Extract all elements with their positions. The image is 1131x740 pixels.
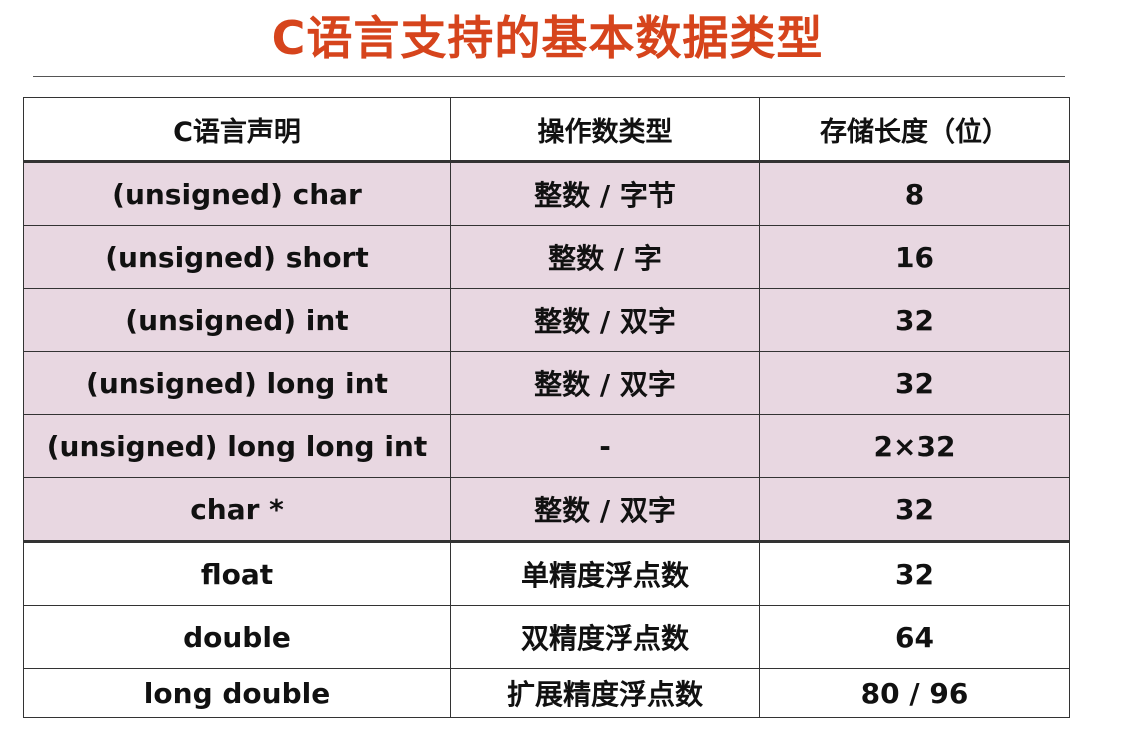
cell-operand-type: 整数 / 双字 bbox=[450, 351, 760, 415]
table-row: (unsigned) int 整数 / 双字 32 bbox=[23, 288, 1070, 352]
table-row: (unsigned) char 整数 / 字节 8 bbox=[23, 161, 1070, 226]
cell-storage-bits: 32 bbox=[759, 351, 1070, 415]
cell-storage-bits: 32 bbox=[759, 288, 1070, 352]
cell-storage-bits: 2×32 bbox=[759, 414, 1070, 478]
table-row: (unsigned) short 整数 / 字 16 bbox=[23, 225, 1070, 289]
cell-operand-type: 双精度浮点数 bbox=[450, 605, 760, 669]
table-row: (unsigned) long int 整数 / 双字 32 bbox=[23, 351, 1070, 415]
slide-title-prefix: C bbox=[271, 11, 307, 65]
cell-declaration: (unsigned) short bbox=[23, 225, 451, 289]
cell-operand-type: 整数 / 双字 bbox=[450, 288, 760, 352]
title-divider bbox=[33, 76, 1065, 77]
cell-storage-bits: 80 / 96 bbox=[759, 668, 1070, 718]
table-row: double 双精度浮点数 64 bbox=[23, 605, 1070, 669]
data-types-table: C语言声明 操作数类型 存储长度（位） (unsigned) char 整数 /… bbox=[23, 97, 1070, 718]
slide-title: C语言支持的基本数据类型 bbox=[0, 6, 1095, 70]
cell-storage-bits: 16 bbox=[759, 225, 1070, 289]
cell-operand-type: 扩展精度浮点数 bbox=[450, 668, 760, 718]
cell-operand-type: 整数 / 双字 bbox=[450, 477, 760, 543]
cell-operand-type: 整数 / 字节 bbox=[450, 161, 760, 226]
cell-declaration: (unsigned) long long int bbox=[23, 414, 451, 478]
table-row: char * 整数 / 双字 32 bbox=[23, 477, 1070, 543]
table-row: float 单精度浮点数 32 bbox=[23, 541, 1070, 606]
cell-operand-type: 单精度浮点数 bbox=[450, 541, 760, 606]
cell-declaration: (unsigned) long int bbox=[23, 351, 451, 415]
cell-storage-bits: 32 bbox=[759, 541, 1070, 606]
cell-operand-type: 整数 / 字 bbox=[450, 225, 760, 289]
cell-storage-bits: 64 bbox=[759, 605, 1070, 669]
table-row: long double 扩展精度浮点数 80 / 96 bbox=[23, 668, 1070, 718]
cell-storage-bits: 32 bbox=[759, 477, 1070, 543]
cell-declaration: char * bbox=[23, 477, 451, 543]
cell-storage-bits: 8 bbox=[759, 161, 1070, 226]
header-operand-type: 操作数类型 bbox=[450, 97, 760, 162]
slide-title-text: 语言支持的基本数据类型 bbox=[306, 11, 824, 65]
header-c-declaration: C语言声明 bbox=[23, 97, 451, 162]
cell-declaration: (unsigned) char bbox=[23, 161, 451, 226]
cell-declaration: (unsigned) int bbox=[23, 288, 451, 352]
table-header-row: C语言声明 操作数类型 存储长度（位） bbox=[23, 97, 1070, 162]
cell-declaration: float bbox=[23, 541, 451, 606]
cell-operand-type: - bbox=[450, 414, 760, 478]
cell-declaration: double bbox=[23, 605, 451, 669]
cell-declaration: long double bbox=[23, 668, 451, 718]
header-storage-length: 存储长度（位） bbox=[759, 97, 1070, 162]
table-row: (unsigned) long long int - 2×32 bbox=[23, 414, 1070, 478]
